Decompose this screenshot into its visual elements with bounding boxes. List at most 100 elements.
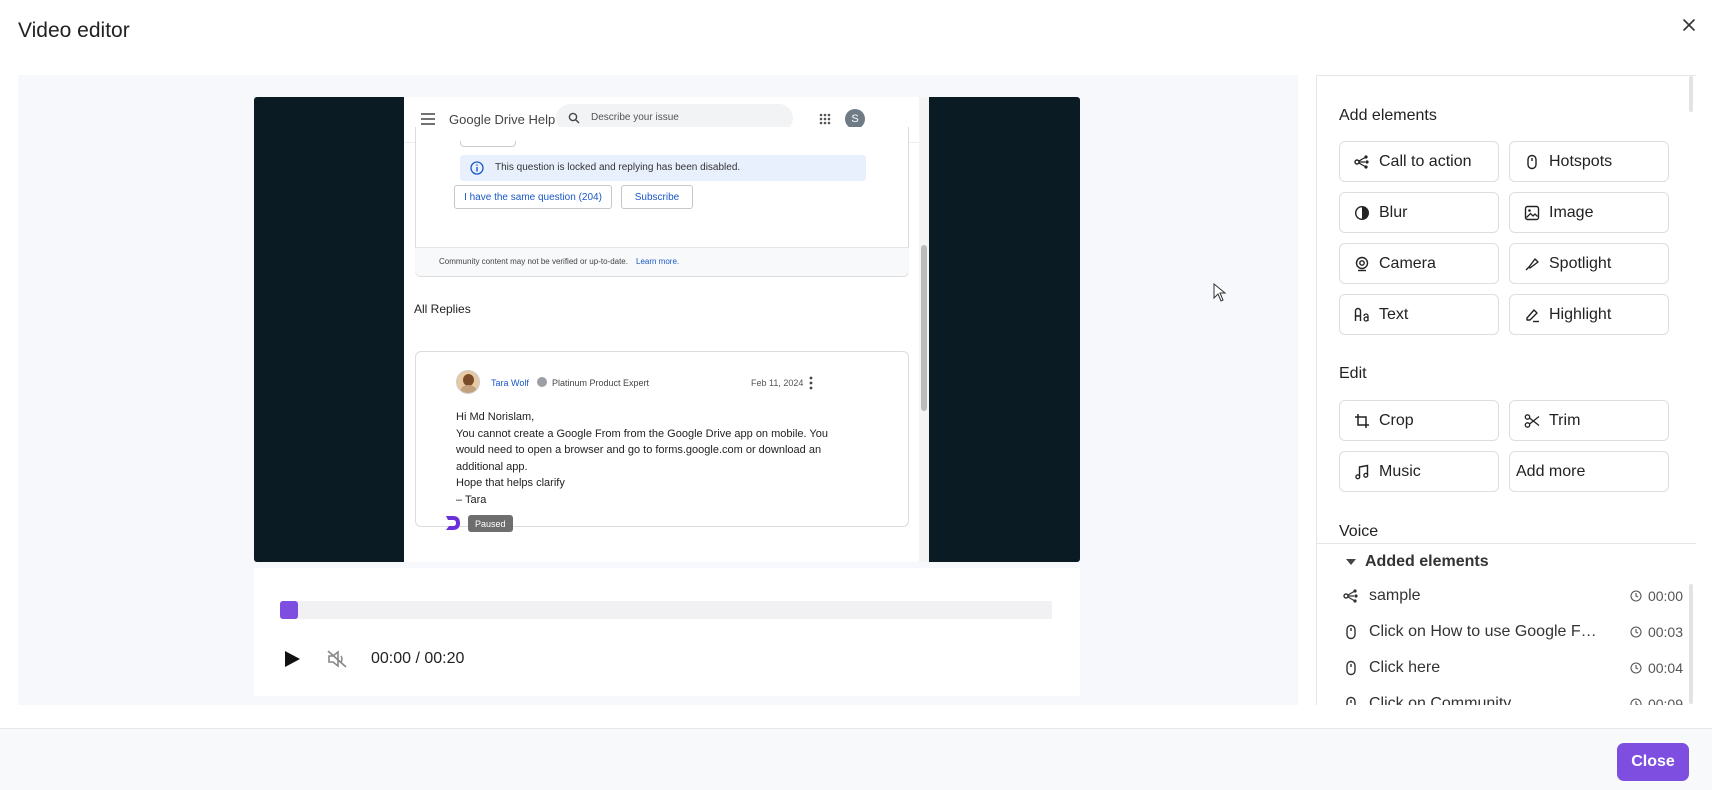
- spotlight-button[interactable]: Spotlight: [1509, 243, 1669, 284]
- text-button[interactable]: Text: [1339, 294, 1499, 335]
- call-to-action-button[interactable]: Call to action: [1339, 141, 1499, 182]
- add-elements-title: Add elements: [1339, 107, 1437, 124]
- added-item[interactable]: Click on Community 00:09: [1343, 694, 1683, 705]
- subscribe-button: Subscribe: [621, 185, 693, 209]
- locked-notice-text: This question is locked and replying has…: [495, 162, 741, 173]
- recorder-logo-icon: [446, 516, 460, 530]
- reply-line: You cannot create a Google From from the…: [456, 427, 828, 440]
- reply-line: additional app.: [456, 460, 528, 473]
- voice-title: Voice: [1339, 523, 1379, 540]
- reply-line: – Tara: [456, 493, 487, 506]
- recorded-page: Google Drive Help Describe your issue S …: [404, 97, 929, 562]
- added-item-time: 00:09: [1630, 696, 1683, 705]
- added-item-time-text: 00:04: [1647, 660, 1683, 676]
- added-item[interactable]: sample 00:00: [1343, 586, 1683, 606]
- hotspot-icon: [1346, 624, 1356, 640]
- highlight-label: Highlight: [1549, 305, 1612, 323]
- crop-button[interactable]: Crop: [1339, 400, 1499, 441]
- close-icon[interactable]: [1678, 14, 1700, 36]
- spotlight-icon: [1525, 257, 1539, 270]
- play-icon[interactable]: [284, 650, 301, 668]
- added-scrollbar[interactable]: [1689, 584, 1693, 704]
- mute-icon[interactable]: [326, 649, 348, 669]
- info-icon: [470, 161, 484, 175]
- add-more-button[interactable]: Add more: [1509, 451, 1669, 492]
- gdrive-product: Google Drive Help: [449, 112, 556, 127]
- scissors-icon: [1524, 413, 1540, 428]
- video-preview[interactable]: Google Drive Help Describe your issue S …: [254, 97, 1080, 562]
- added-elements-title[interactable]: Added elements: [1365, 553, 1489, 571]
- added-item[interactable]: Click here 00:04: [1343, 658, 1683, 678]
- author-avatar: [456, 370, 480, 394]
- image-icon: [1524, 205, 1540, 220]
- add-more-label: Add more: [1516, 462, 1586, 480]
- added-item-time: 00:00: [1630, 588, 1683, 604]
- added-item-time-text: 00:03: [1647, 624, 1683, 640]
- hotspot-icon: [1346, 696, 1356, 705]
- all-replies-heading: All Replies: [414, 302, 471, 316]
- added-elements-panel: Added elements sample 00:00 Click on How…: [1317, 543, 1696, 705]
- camera-label: Camera: [1379, 254, 1436, 272]
- expert-badge-icon: [537, 377, 547, 387]
- learn-more-link: Learn more.: [636, 257, 680, 266]
- editor-sidebar: Add elements Call to action Hotspots Blu…: [1316, 75, 1696, 705]
- trim-label: Trim: [1549, 411, 1581, 429]
- highlight-button[interactable]: Highlight: [1509, 294, 1669, 335]
- card-tab: [460, 141, 516, 147]
- added-item-time: 00:04: [1630, 660, 1683, 676]
- player-controls: [254, 568, 1080, 696]
- text-label: Text: [1379, 305, 1409, 323]
- blur-label: Blur: [1379, 203, 1408, 221]
- caret-down-icon[interactable]: [1345, 558, 1357, 566]
- camera-icon: [1355, 256, 1369, 271]
- reply-body: Hi Md Norislam, You cannot create a Goog…: [456, 409, 828, 508]
- added-item-time-text: 00:09: [1647, 696, 1683, 705]
- reply-line: Hi Md Norislam,: [456, 411, 535, 423]
- crop-label: Crop: [1379, 411, 1414, 429]
- clock-icon: [1630, 698, 1642, 705]
- added-item-label: Click on Community: [1369, 695, 1512, 705]
- trim-button[interactable]: Trim: [1509, 400, 1669, 441]
- music-icon: [1355, 464, 1369, 479]
- clock-icon: [1630, 662, 1642, 674]
- clock-icon: [1630, 590, 1642, 602]
- hotspots-button[interactable]: Hotspots: [1509, 141, 1669, 182]
- spotlight-label: Spotlight: [1549, 254, 1612, 272]
- music-button[interactable]: Music: [1339, 451, 1499, 492]
- call-to-action-icon: [1354, 154, 1369, 169]
- hotspots-label: Hotspots: [1549, 152, 1613, 170]
- avatar: S: [845, 109, 865, 129]
- community-note: Community content may not be verified or…: [415, 248, 909, 276]
- search-icon: [568, 112, 580, 124]
- page-scrollbar: [919, 97, 929, 562]
- sidebar-scrollbar[interactable]: [1689, 76, 1693, 112]
- same-question-button: I have the same question (204): [454, 185, 612, 209]
- clock-icon: [1630, 626, 1642, 638]
- added-item-time-text: 00:00: [1647, 588, 1683, 604]
- locked-notice: This question is locked and replying has…: [460, 155, 866, 181]
- paused-badge: Paused: [468, 515, 513, 532]
- reply-card: Tara Wolf Platinum Product Expert Feb 11…: [415, 351, 909, 527]
- editor-header: Video editor: [0, 0, 1712, 66]
- editor-footer: [0, 728, 1712, 790]
- time-display: 00:00 / 00:20: [371, 650, 465, 667]
- menu-icon: [421, 113, 435, 125]
- timeline-handle[interactable]: [280, 601, 298, 619]
- camera-button[interactable]: Camera: [1339, 243, 1499, 284]
- added-item-time: 00:03: [1630, 624, 1683, 640]
- added-item-label: Click on How to use Google Forms: [1369, 623, 1601, 640]
- close-button[interactable]: Close: [1617, 743, 1689, 781]
- reply-date: Feb 11, 2024: [751, 378, 804, 388]
- reply-line: Hope that helps clarify: [456, 477, 565, 489]
- added-item[interactable]: Click on How to use Google Forms 00:03: [1343, 622, 1683, 642]
- more-vert-icon: [809, 376, 813, 390]
- call-to-action-icon: [1343, 589, 1358, 603]
- blur-button[interactable]: Blur: [1339, 192, 1499, 233]
- image-button[interactable]: Image: [1509, 192, 1669, 233]
- blur-icon: [1354, 205, 1370, 220]
- crop-icon: [1355, 413, 1369, 428]
- music-label: Music: [1379, 462, 1421, 480]
- author-name: Tara Wolf: [491, 378, 529, 388]
- timeline-track[interactable]: [280, 601, 1052, 619]
- apps-grid-icon: [819, 113, 831, 125]
